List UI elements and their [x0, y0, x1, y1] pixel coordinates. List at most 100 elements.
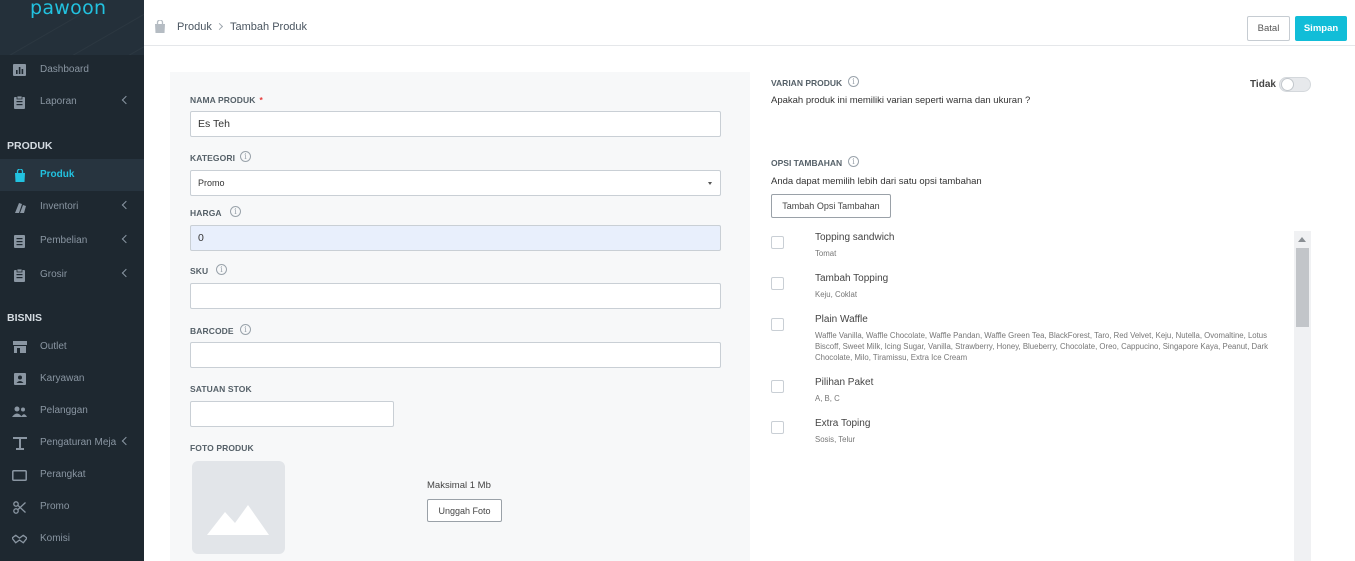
- satuan-stok-input[interactable]: [190, 401, 394, 427]
- opsi-values: A, B, C: [815, 394, 840, 403]
- kategori-selected-value: Promo: [198, 178, 225, 188]
- header-bar: Produk Tambah Produk Batal Simpan: [144, 10, 1355, 46]
- chevron-left-icon: [121, 268, 131, 278]
- sidebar-item-produk[interactable]: Produk: [0, 159, 144, 191]
- sidebar-item-pembelian[interactable]: Pembelian: [0, 225, 144, 257]
- chevron-left-icon: [121, 234, 131, 244]
- scissors-icon: [12, 500, 27, 514]
- opsi-description: Anda dapat memilih lebih dari satu opsi …: [771, 176, 982, 187]
- info-icon[interactable]: i: [216, 264, 227, 275]
- sidebar-item-label: Laporan: [40, 96, 77, 107]
- sidebar-item-laporan[interactable]: Laporan: [0, 86, 144, 118]
- checkbox[interactable]: [771, 318, 784, 331]
- sidebar-item-pelanggan[interactable]: Pelanggan: [0, 395, 144, 427]
- section-heading-produk: PRODUK: [7, 140, 53, 152]
- sidebar-item-label: Grosir: [40, 269, 68, 280]
- opsi-scrollbar[interactable]: [1294, 231, 1311, 561]
- info-icon[interactable]: i: [240, 324, 251, 335]
- photo-size-hint: Maksimal 1 Mb: [427, 480, 491, 491]
- photo-placeholder[interactable]: [192, 461, 285, 554]
- chevron-left-icon: [121, 95, 131, 105]
- sidebar-item-label: Karyawan: [40, 373, 85, 384]
- scroll-up-arrow-icon[interactable]: [1298, 237, 1306, 242]
- opsi-list: Topping sandwich Tomat Tambah Topping Ke…: [771, 231, 1311, 561]
- document-icon: [12, 234, 27, 248]
- sidebar-item-label: Outlet: [40, 341, 67, 352]
- varian-description: Apakah produk ini memiliki varian sepert…: [771, 95, 1031, 106]
- barcode-input[interactable]: [190, 342, 721, 368]
- breadcrumb-item-current: Tambah Produk: [230, 21, 308, 33]
- add-opsi-button[interactable]: Tambah Opsi Tambahan: [771, 194, 891, 218]
- satuan-stok-label: SATUAN STOK: [190, 384, 252, 394]
- bar-chart-icon: [12, 63, 27, 77]
- sidebar-item-dashboard[interactable]: Dashboard: [0, 54, 144, 86]
- opsi-values: Keju, Coklat: [815, 290, 858, 299]
- users-icon: [12, 404, 27, 418]
- sku-label: SKU: [190, 266, 209, 276]
- checkbox[interactable]: [771, 236, 784, 249]
- opsi-name: Tambah Topping: [815, 273, 889, 284]
- store-icon: [12, 340, 27, 354]
- breadcrumb-item-produk[interactable]: Produk: [177, 21, 212, 33]
- sidebar-item-label: Pengaturan Meja: [40, 437, 117, 448]
- sidebar-item-label: Perangkat: [40, 469, 86, 480]
- nama-produk-input[interactable]: Es Teh: [190, 111, 721, 137]
- nama-produk-label: NAMA PRODUK *: [190, 95, 263, 105]
- caret-down-icon: [708, 182, 712, 185]
- info-icon[interactable]: i: [848, 76, 859, 87]
- sidebar: pawoon Dashboard Laporan PRODUK Produk I…: [0, 0, 144, 561]
- section-heading-bisnis: BISNIS: [7, 312, 43, 324]
- sidebar-item-pengaturan-meja[interactable]: Pengaturan Meja: [0, 427, 144, 459]
- chevron-left-icon: [121, 436, 131, 446]
- shopping-bag-icon: [12, 168, 27, 182]
- sidebar-item-karyawan[interactable]: Karyawan: [0, 363, 144, 395]
- cancel-button[interactable]: Batal: [1247, 16, 1290, 41]
- boxes-icon: [12, 200, 27, 214]
- sidebar-item-perangkat[interactable]: Perangkat: [0, 459, 144, 491]
- info-icon[interactable]: i: [230, 206, 241, 217]
- varian-toggle-label: Tidak: [1250, 79, 1276, 90]
- save-button[interactable]: Simpan: [1295, 16, 1347, 41]
- opsi-name: Pilihan Paket: [815, 377, 874, 388]
- sku-input[interactable]: [190, 283, 721, 309]
- barcode-label: BARCODE: [190, 326, 234, 336]
- clipboard-icon: [12, 268, 27, 282]
- opsi-values: Waffle Vanilla, Waffle Chocolate, Waffle…: [815, 331, 1269, 362]
- sidebar-item-inventori[interactable]: Inventori: [0, 191, 144, 223]
- shopping-bag-icon: [154, 19, 166, 38]
- handshake-icon: [12, 532, 27, 546]
- upload-photo-button[interactable]: Unggah Foto: [427, 499, 502, 522]
- checkbox[interactable]: [771, 421, 784, 434]
- kategori-label: KATEGORI: [190, 153, 236, 163]
- image-placeholder-icon: [207, 505, 269, 535]
- id-card-icon: [12, 372, 27, 386]
- checkbox[interactable]: [771, 380, 784, 393]
- opsi-values: Tomat: [815, 249, 837, 258]
- sidebar-item-label: Promo: [40, 501, 70, 512]
- harga-label: HARGA: [190, 208, 222, 218]
- checkbox[interactable]: [771, 277, 784, 290]
- sidebar-item-label: Pelanggan: [40, 405, 88, 416]
- varian-toggle[interactable]: [1279, 77, 1311, 92]
- harga-input[interactable]: 0: [190, 225, 721, 251]
- brand-logo[interactable]: pawoon: [30, 0, 106, 19]
- sidebar-item-grosir[interactable]: Grosir: [0, 259, 144, 291]
- info-icon[interactable]: i: [240, 151, 251, 162]
- sidebar-item-outlet[interactable]: Outlet: [0, 331, 144, 363]
- sidebar-item-promo[interactable]: Promo: [0, 491, 144, 523]
- logo-area: pawoon: [0, 0, 144, 55]
- opsi-tambahan-label: OPSI TAMBAHAN: [771, 158, 843, 168]
- sidebar-item-label: Produk: [40, 169, 75, 180]
- sidebar-item-label: Komisi: [40, 533, 71, 544]
- varian-produk-label: VARIAN PRODUK: [771, 78, 843, 88]
- kategori-select[interactable]: Promo: [190, 170, 721, 196]
- opsi-name: Topping sandwich: [815, 232, 895, 243]
- scroll-thumb[interactable]: [1296, 248, 1309, 327]
- opsi-name: Plain Waffle: [815, 314, 868, 325]
- sidebar-item-label: Dashboard: [40, 64, 89, 75]
- clipboard-icon: [12, 95, 27, 109]
- info-icon[interactable]: i: [848, 156, 859, 167]
- toggle-knob: [1281, 78, 1294, 91]
- tablet-icon: [12, 468, 27, 482]
- sidebar-item-komisi[interactable]: Komisi: [0, 523, 144, 555]
